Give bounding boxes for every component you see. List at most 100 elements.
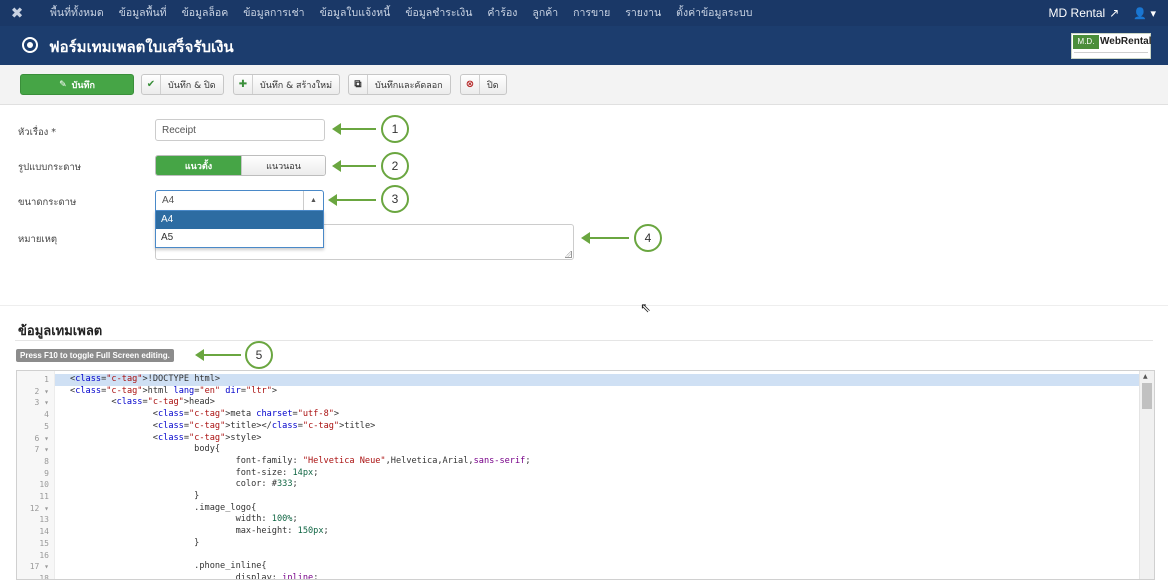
menu-item-lock-info[interactable]: ข้อมูลล็อค	[174, 0, 236, 26]
line-number: 8	[44, 456, 49, 466]
code-editor[interactable]: 12 ▾ 3 ▾ 4 5 6 ▾ 7 ▾ 8 9 10 11 12 ▾ 13 14 15 16 17 ▾ 18 …	[16, 370, 1155, 580]
code-line[interactable]: }	[70, 491, 199, 503]
line-number: 18	[39, 573, 49, 580]
menu-item-system-settings[interactable]: ตั้งค่าข้อมูลระบบ	[668, 0, 759, 26]
plus-icon: ✚	[234, 75, 253, 94]
toolbar: ✎ บันทึก ✔ บันทึก & ปิด ✚ บันทึก & สร้าง…	[0, 65, 1168, 105]
fullscreen-hint-badge: Press F10 to toggle Full Screen editing.	[16, 349, 174, 362]
brand-name: WebRental	[1100, 36, 1152, 47]
note-label: หมายเหตุ	[18, 234, 58, 245]
code-line[interactable]: .phone_inline{	[70, 561, 266, 573]
paper-size-value: A4	[162, 195, 175, 206]
save-button[interactable]: ✎ บันทึก	[20, 74, 134, 95]
callout-5: 5	[245, 341, 273, 369]
menu-item-area-info[interactable]: ข้อมูลพื้นที่	[111, 0, 174, 26]
menu-item-all-areas[interactable]: พื้นที่ทั้งหมด	[34, 0, 111, 26]
site-link[interactable]: MD Rental ↗	[1049, 6, 1120, 20]
code-line[interactable]: font-size: 14px;	[70, 468, 319, 480]
paper-size-dropdown: A4 A5	[155, 210, 324, 248]
line-number: 3 ▾	[34, 398, 49, 408]
dropdown-option-a4[interactable]: A4	[156, 211, 323, 229]
page-header: ฟอร์มเทมเพลตใบเสร็จรับเงิน	[0, 26, 1168, 65]
orientation-toggle: แนวตั้ง แนวนอน	[155, 155, 326, 176]
copy-icon: ⧉	[349, 75, 368, 94]
menu-item-payment-info[interactable]: ข้อมูลชำระเงิน	[397, 0, 479, 26]
title-label: หัวเรื่อง *	[18, 127, 57, 138]
line-number: 17 ▾	[29, 562, 49, 572]
code-line[interactable]: <class="c-tag">style>	[70, 433, 262, 445]
save-new-button[interactable]: ✚ บันทึก & สร้างใหม่	[233, 74, 341, 95]
code-line[interactable]: }	[70, 538, 199, 550]
site-name: MD Rental	[1048, 6, 1106, 20]
top-navbar: ✖ พื้นที่ทั้งหมด ข้อมูลพื้นที่ ข้อมูลล็อ…	[0, 0, 1168, 26]
editor-scrollbar[interactable]: ▲	[1139, 371, 1154, 579]
line-number: 11	[39, 492, 49, 501]
callout-arrow-1	[332, 123, 376, 135]
dropdown-option-a5[interactable]: A5	[156, 229, 323, 247]
joomla-icon[interactable]: ✖	[0, 0, 34, 26]
code-line[interactable]: <class="c-tag">meta charset="utf-8">	[70, 409, 339, 421]
mouse-cursor-icon: ⇖	[640, 301, 651, 316]
menu-item-invoice-info[interactable]: ข้อมูลใบแจ้งหนี้	[312, 0, 398, 26]
menu-item-customers[interactable]: ลูกค้า	[524, 0, 565, 26]
code-line[interactable]: <class="c-tag">!DOCTYPE html>	[70, 374, 220, 386]
line-number: 16	[39, 550, 49, 560]
line-number: 9	[44, 468, 49, 478]
code-line[interactable]: body{	[70, 444, 220, 456]
brand-md: M.D.	[1073, 35, 1099, 49]
code-line[interactable]: display: inline;	[70, 573, 319, 579]
menu-item-reports[interactable]: รายงาน	[617, 0, 668, 26]
callout-arrow-4	[581, 232, 629, 244]
code-line[interactable]: max-height: 150px;	[70, 526, 329, 538]
save-close-label: บันทึก & ปิด	[168, 80, 216, 91]
edit-icon: ✎	[59, 79, 67, 90]
code-line[interactable]: <class="c-tag">head>	[70, 397, 215, 409]
close-button[interactable]: ⊗ ปิด	[460, 74, 507, 95]
line-number: 5	[44, 421, 49, 431]
page-title: ฟอร์มเทมเพลตใบเสร็จรับเงิน	[49, 38, 234, 56]
save-copy-label: บันทึกและคัดลอก	[375, 80, 443, 91]
user-icon[interactable]: 👤 ▾	[1133, 7, 1156, 20]
callout-2: 2	[381, 152, 409, 180]
scroll-up-icon[interactable]: ▲	[1143, 373, 1148, 380]
orientation-landscape-option[interactable]: แนวนอน	[241, 156, 325, 175]
line-number: 2 ▾	[34, 386, 49, 396]
paper-size-select[interactable]: A4 ▲	[155, 190, 324, 211]
save-button-label: บันทึก	[71, 80, 95, 91]
code-line[interactable]: <class="c-tag">title></class="c-tag">tit…	[70, 421, 376, 433]
menu-item-rental-info[interactable]: ข้อมูลการเช่า	[235, 0, 311, 26]
external-link-icon: ↗	[1109, 6, 1120, 20]
code-line[interactable]: font-family: "Helvetica Neue",Helvetica,…	[70, 456, 531, 468]
orientation-label: รูปแบบกระดาษ	[18, 162, 82, 173]
orientation-portrait-option[interactable]: แนวตั้ง	[156, 156, 241, 175]
code-line[interactable]: width: 100%;	[70, 514, 298, 526]
line-number: 7 ▾	[34, 445, 49, 455]
check-icon: ✔	[142, 75, 161, 94]
close-circle-icon: ⊗	[461, 75, 480, 94]
code-line[interactable]: color: #333;	[70, 479, 298, 491]
scrollbar-thumb[interactable]	[1142, 383, 1152, 409]
callout-arrow-2	[332, 160, 376, 172]
callout-4: 4	[634, 224, 662, 252]
menu-item-sales[interactable]: การขาย	[565, 0, 617, 26]
line-number: 13	[39, 515, 49, 525]
title-input[interactable]	[155, 119, 325, 141]
main-menu: พื้นที่ทั้งหมด ข้อมูลพื้นที่ ข้อมูลล็อค …	[34, 0, 759, 26]
line-number: 12 ▾	[29, 503, 49, 513]
save-close-button[interactable]: ✔ บันทึก & ปิด	[141, 74, 224, 95]
line-number: 14	[39, 527, 49, 537]
template-section-title: ข้อมูลเทมเพลต	[18, 324, 103, 339]
save-copy-button[interactable]: ⧉ บันทึกและคัดลอก	[348, 74, 451, 95]
callout-arrow-5	[195, 349, 241, 361]
menu-item-requests[interactable]: คำร้อง	[479, 0, 524, 26]
callout-3: 3	[381, 185, 409, 213]
radio-target-icon	[22, 37, 38, 53]
caret-up-icon[interactable]: ▲	[303, 191, 323, 210]
brand-logo: M.D. WebRental	[1071, 33, 1152, 59]
callout-arrow-3	[328, 194, 376, 206]
size-label: ขนาดกระดาษ	[18, 197, 77, 208]
code-line[interactable]: <class="c-tag">html lang="en" dir="ltr">	[70, 386, 277, 398]
resize-grip-icon[interactable]	[565, 251, 572, 258]
section-divider	[0, 305, 1168, 306]
code-line[interactable]: .image_logo{	[70, 503, 256, 515]
